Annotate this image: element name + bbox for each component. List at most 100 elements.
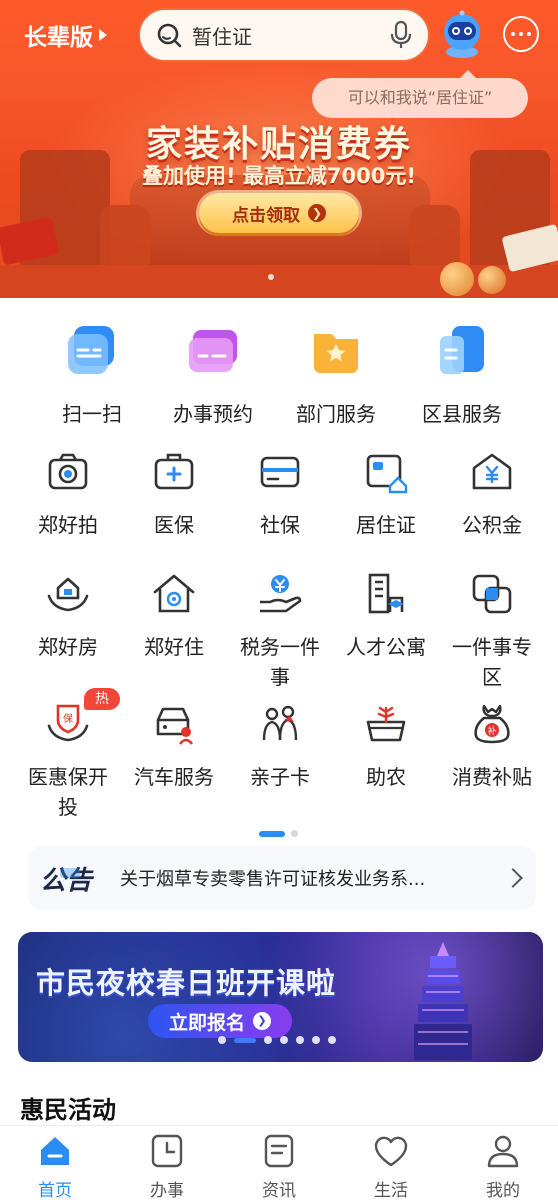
service-label-line: 一件事专 [452, 635, 532, 659]
tab-news[interactable]: 资讯 [234, 1134, 324, 1200]
microphone-icon[interactable] [390, 20, 412, 50]
more-menu-button[interactable] [503, 16, 539, 52]
service-consumer-subsidy[interactable]: 补 消费补贴 [440, 702, 544, 792]
service-label: 居住证 [356, 513, 416, 537]
tower-illustration [414, 942, 472, 1060]
department-icon [314, 334, 358, 373]
home-tab-icon [41, 1137, 69, 1165]
section-title: 惠民活动 [20, 1096, 116, 1124]
elder-mode-label: 长辈版 [24, 25, 93, 51]
tab-services[interactable]: 办事 [122, 1134, 212, 1200]
tab-label: 生活 [374, 1181, 408, 1200]
promo-register-button[interactable]: 立即报名 ❯ [148, 1004, 292, 1038]
service-label: 一件事专区 [440, 632, 544, 692]
tab-label: 办事 [150, 1181, 184, 1200]
page-dot-active [234, 1037, 256, 1043]
tab-mine[interactable]: 我的 [458, 1134, 548, 1200]
camera-icon [48, 453, 88, 490]
service-talent-apartment[interactable]: 人才公寓 [334, 572, 438, 662]
service-label: 医惠保开投 [16, 762, 120, 822]
news-icon [264, 1134, 294, 1168]
user-icon [487, 1135, 519, 1168]
app-screen: { "header": { "elder_mode_label": "长辈版",… [0, 0, 558, 1200]
appointment-icon [189, 330, 237, 372]
tab-label: 资讯 [262, 1181, 296, 1200]
tab-label: 首页 [38, 1181, 72, 1200]
service-car[interactable]: 汽车服务 [122, 702, 226, 792]
announcement-bar[interactable]: 公告 关于烟草专卖零售许可证核发业务系... [28, 846, 536, 910]
service-family-card[interactable]: 亲子卡 [228, 702, 332, 792]
announcement-text: 关于烟草专卖零售许可证核发业务系... [120, 869, 426, 890]
chevron-right-icon [503, 868, 523, 888]
page-dot [296, 1036, 304, 1044]
banner-ornament [440, 262, 474, 296]
banner-ornament [478, 266, 506, 294]
service-zhenghaopai[interactable]: 郑好拍 [16, 450, 120, 540]
quick-service-scan[interactable]: 扫一扫 [32, 316, 152, 427]
elder-mode-button[interactable]: 长辈版 [24, 18, 107, 52]
service-label: 汽车服务 [134, 765, 214, 789]
service-tax[interactable]: 税务一件事 [228, 572, 332, 692]
residence-card-icon [366, 454, 408, 494]
page-dot [291, 830, 298, 837]
grid-page-indicator [259, 830, 298, 837]
svg-text:保: 保 [63, 712, 73, 725]
banner-cta-button[interactable]: 点击领取 ❯ [199, 193, 359, 233]
banner-subline: 叠加使用! 最高立减7000元! [142, 164, 416, 188]
promo-register-label: 立即报名 [168, 1011, 245, 1034]
promo-banner[interactable]: 市民夜校春日班开课啦 立即报名 ❯ [18, 932, 543, 1062]
page-dot [218, 1036, 226, 1044]
service-one-thing-zone[interactable]: 一件事专区 [440, 572, 544, 692]
dot-icon [519, 32, 523, 36]
service-label-line: 投 [58, 795, 78, 819]
service-help-farmers[interactable]: 助农 [334, 702, 438, 792]
promo-page-indicator [218, 1036, 336, 1044]
search-bar[interactable]: 暂住证 [138, 8, 430, 62]
tab-home[interactable]: 首页 [10, 1134, 100, 1200]
basket-icon [366, 706, 406, 742]
service-residence-permit[interactable]: 居住证 [334, 450, 438, 540]
service-housing-fund[interactable]: 公积金 [440, 450, 544, 540]
service-label: 助农 [366, 765, 406, 789]
quick-service-district[interactable]: 区县服务 [402, 316, 522, 427]
service-label: 税务一件事 [228, 632, 332, 692]
service-label: 公积金 [462, 513, 522, 537]
tax-icon [260, 575, 302, 613]
district-icon [440, 326, 484, 374]
family-icon [262, 705, 298, 741]
quick-service-appointment[interactable]: 办事预约 [153, 316, 273, 427]
banner-page-indicator [268, 274, 274, 280]
service-label: 医保 [154, 513, 194, 537]
quick-service-label: 区县服务 [422, 402, 502, 426]
scan-icon [68, 326, 114, 374]
service-label: 消费补贴 [452, 765, 532, 789]
quick-service-label: 扫一扫 [62, 402, 122, 426]
service-medical-insurance[interactable]: 医保 [122, 450, 226, 540]
service-label-line: 税务一件 [240, 635, 320, 659]
service-label-line: 事 [270, 665, 290, 689]
search-input[interactable]: 暂住证 [192, 21, 390, 50]
service-zhenghaofang[interactable]: 郑好房 [16, 572, 120, 662]
service-label: 社保 [260, 513, 300, 537]
page-dot [312, 1036, 320, 1044]
apartment-icon [368, 573, 404, 614]
service-yihuibao[interactable]: 保 医惠保开投 [16, 702, 120, 822]
quick-service-department[interactable]: 部门服务 [276, 316, 396, 427]
service-zhenghaozhu[interactable]: 郑好住 [122, 572, 226, 662]
service-label: 郑好拍 [38, 513, 98, 537]
service-label-line: 医惠保开 [28, 765, 108, 789]
assistant-tip[interactable]: 可以和我说“居住证” [312, 70, 528, 118]
home-icon [153, 574, 195, 613]
insurance-shield-icon: 保 [47, 704, 89, 742]
quick-service-label: 部门服务 [296, 402, 376, 426]
assistant-robot-icon[interactable] [440, 10, 484, 60]
car-icon [156, 707, 193, 745]
page-dot [328, 1036, 336, 1044]
promo-title: 市民夜校春日班开课啦 [36, 966, 337, 1000]
chevron-right-icon: ❯ [308, 204, 326, 222]
caret-right-icon [99, 29, 107, 41]
banner-cta-label: 点击领取 [232, 205, 300, 226]
tab-life[interactable]: 生活 [346, 1134, 436, 1200]
service-social-security[interactable]: 社保 [228, 450, 332, 540]
housing-fund-icon [472, 453, 512, 490]
